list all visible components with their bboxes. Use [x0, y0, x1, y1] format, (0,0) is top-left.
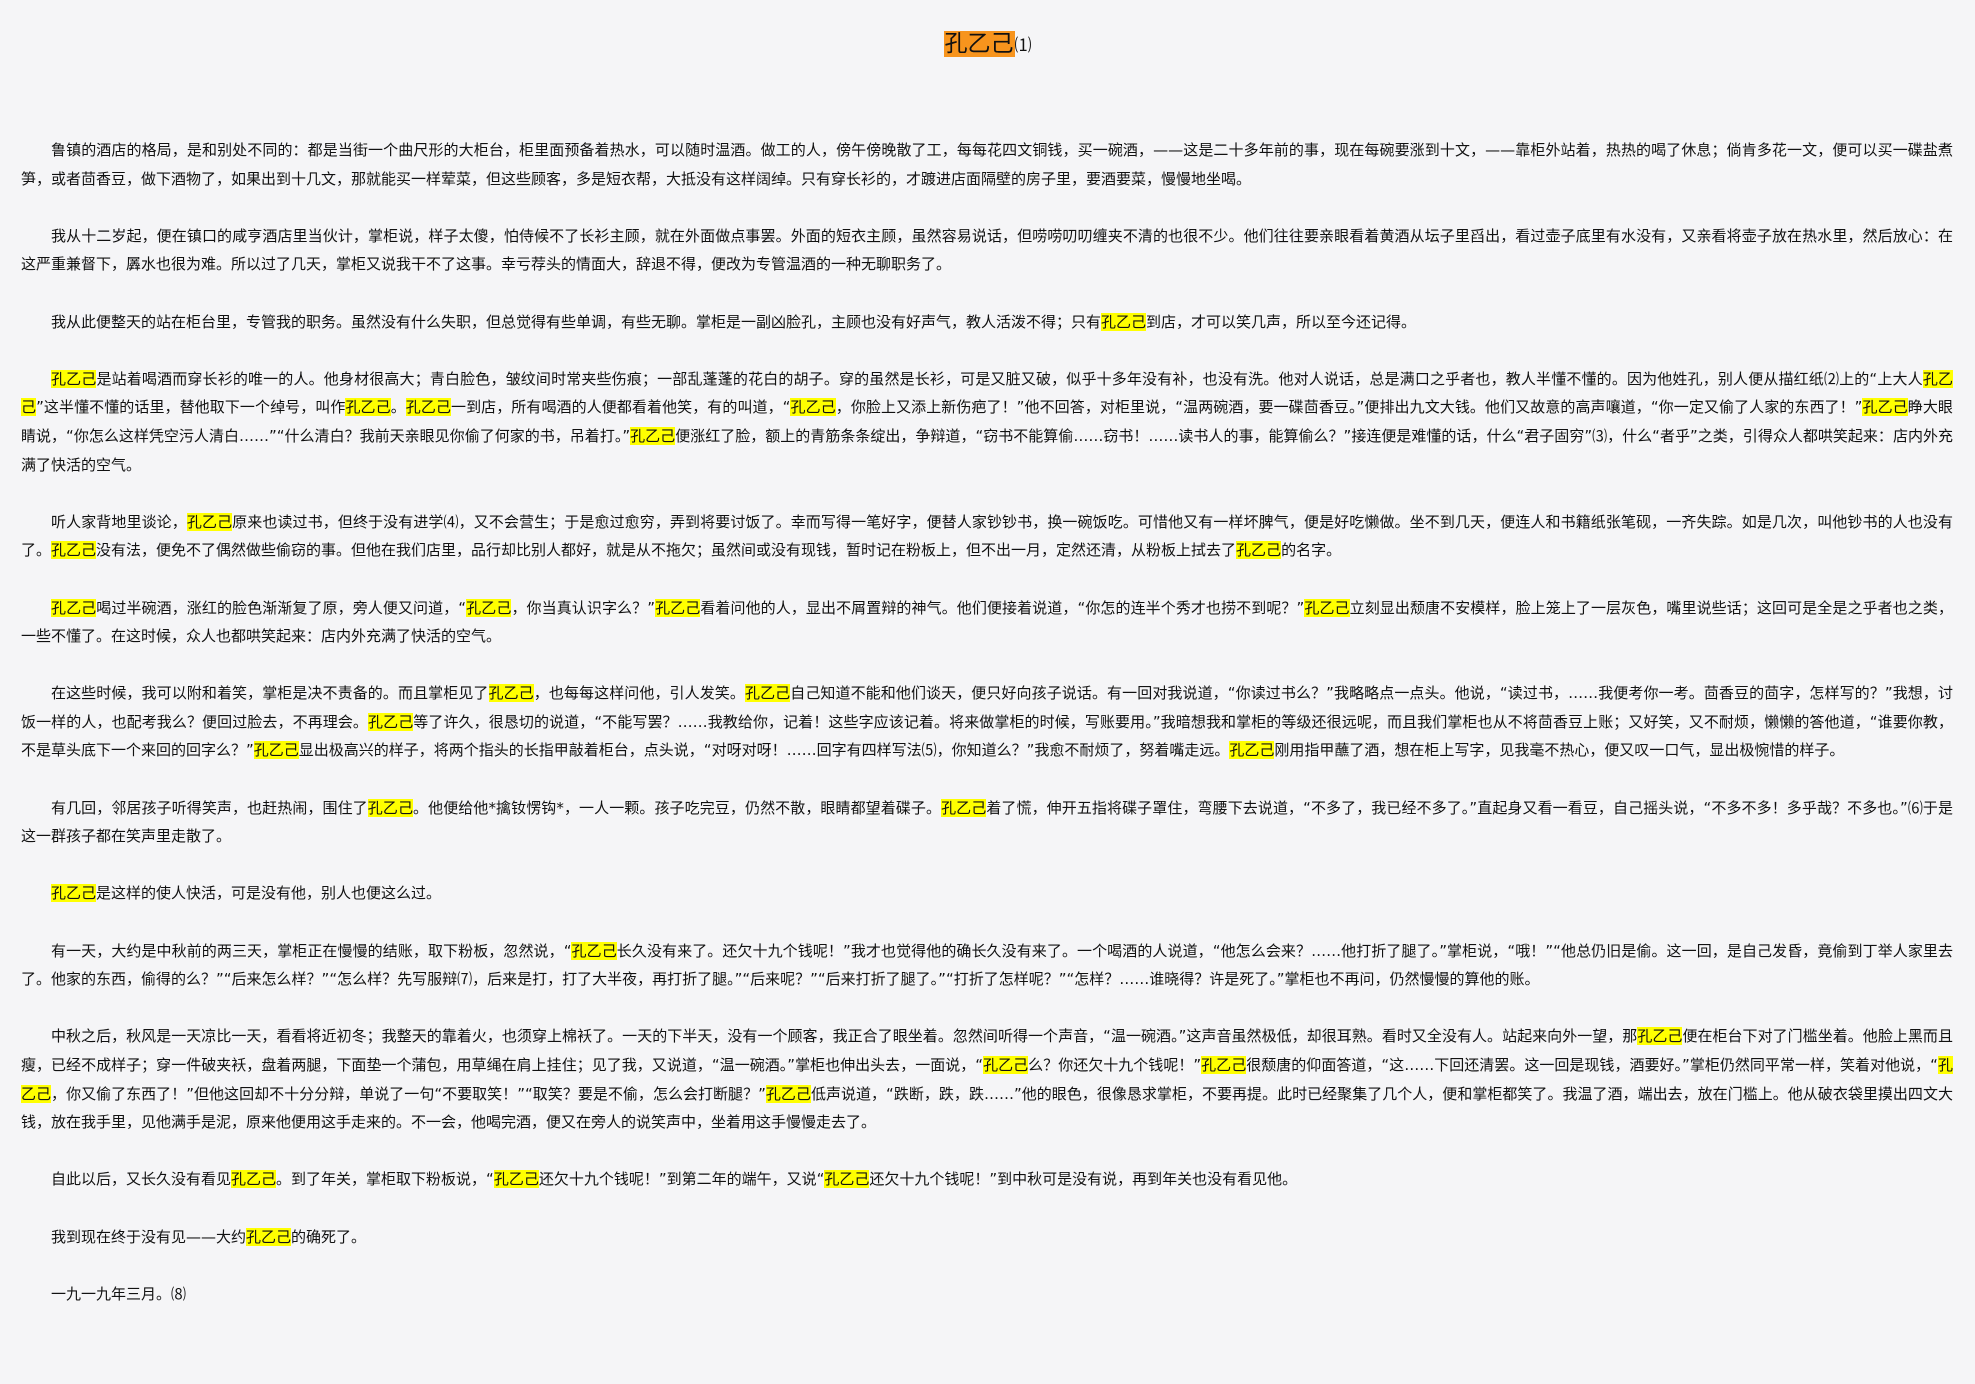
highlighted-name: 孔乙己: [21, 369, 1953, 417]
highlighted-name: 孔乙己: [654, 598, 701, 617]
highlighted-name: 孔乙己: [493, 1170, 539, 1189]
highlighted-name: 孔乙己: [630, 426, 676, 445]
highlighted-name: 孔乙己: [941, 798, 987, 817]
paragraph: 有一天，大约是中秋前的两三天，掌柜正在慢慢的结账，取下粉板，忽然说，“孔乙己长久…: [21, 941, 1953, 989]
highlighted-name: 孔乙己: [571, 941, 617, 960]
highlighted-name: 孔乙己: [1637, 1027, 1683, 1046]
highlighted-name: 孔乙己: [744, 684, 791, 703]
highlighted-name: 孔乙己: [51, 541, 97, 560]
highlighted-name: 孔乙己: [51, 884, 97, 903]
highlighted-name: 孔乙己: [1304, 598, 1350, 617]
highlighted-name: 孔乙己: [466, 598, 512, 617]
paragraph: 有几回，邻居孩子听得笑声，也赶热闹，围住了孔乙己。他便给他*擒钕愣钩*，一人一颗…: [21, 798, 1953, 846]
highlighted-name: 孔乙己: [367, 798, 414, 817]
paragraph: 自此以后，又长久没有看见孔乙己。到了年关，掌柜取下粉板说，“孔乙己还欠十九个钱呢…: [51, 1170, 1298, 1189]
highlighted-name: 孔乙己: [1862, 398, 1908, 417]
paragraph: 鲁镇的酒店的格局，是和别处不同的：都是当街一个曲尺形的大柜台，柜里面预备着热水，…: [21, 141, 1953, 188]
document-title: 孔乙己⑴: [0, 0, 1975, 136]
highlighted-name: 孔乙己: [1101, 312, 1147, 331]
highlighted-name: 孔乙己: [790, 398, 836, 417]
title-footnote-marker: ⑴: [1014, 36, 1032, 56]
paragraph: 我到现在终于没有见——大约孔乙己的确死了。: [51, 1227, 367, 1246]
highlighted-name: 孔乙己: [345, 398, 391, 417]
paragraph: 中秋之后，秋风是一天凉比一天，看看将近初冬；我整天的靠着火，也须穿上棉袄了。一天…: [21, 1027, 1953, 1132]
paragraph: 孔乙己喝过半碗酒，涨红的脸色渐渐复了原，旁人便又问道，“孔乙己，你当真认识字么？…: [21, 598, 1953, 646]
highlighted-name: 孔乙己: [253, 741, 299, 760]
highlighted-name: 孔乙己: [51, 369, 97, 388]
highlighted-name: 孔乙己: [824, 1170, 870, 1189]
highlighted-name: 孔乙己: [51, 598, 97, 617]
paragraph: 孔乙己是这样的使人快活，可是没有他，别人也便这么过。: [51, 884, 442, 903]
highlighted-name: 孔乙己: [368, 712, 414, 731]
highlighted-name: 孔乙己: [231, 1170, 277, 1189]
highlighted-name: 孔乙己: [186, 512, 233, 531]
highlighted-name: 孔乙己: [246, 1227, 292, 1246]
paragraph: 在这些时候，我可以附和着笑，掌柜是决不责备的。而且掌柜见了孔乙己，也每每这样问他…: [21, 684, 1953, 760]
highlighted-name: 孔乙己: [488, 684, 534, 703]
paragraph: 我从十二岁起，便在镇口的咸亨酒店里当伙计，掌柜说，样子太傻，怕侍候不了长衫主顾，…: [21, 226, 1953, 274]
paragraph: 我从此便整天的站在柜台里，专管我的职务。虽然没有什么失职，但总觉得有些单调，有些…: [51, 312, 1417, 331]
highlighted-name: 孔乙己: [765, 1084, 811, 1103]
highlighted-name: 孔乙己: [405, 398, 451, 417]
paragraph: 孔乙己是站着喝酒而穿长衫的唯一的人。他身材很高大；青白脸色，皱纹间时常夹些伤痕；…: [21, 369, 1953, 474]
highlighted-name: 孔乙己: [1201, 1056, 1247, 1074]
highlighted-name: 孔乙己: [1229, 741, 1275, 760]
paragraph: 一九一九年三月。⑻: [51, 1284, 187, 1303]
title-text: 孔乙己: [943, 31, 1015, 57]
highlighted-name: 孔乙己: [1236, 541, 1282, 560]
highlighted-name: 孔乙己: [983, 1056, 1029, 1074]
document-body: 鲁镇的酒店的格局，是和别处不同的：都是当街一个曲尺形的大柜台，柜里面预备着热水，…: [0, 136, 1975, 1308]
paragraph: 听人家背地里谈论，孔乙己原来也读过书，但终于没有进学⑷，又不会营生；于是愈过愈穷…: [21, 512, 1953, 560]
